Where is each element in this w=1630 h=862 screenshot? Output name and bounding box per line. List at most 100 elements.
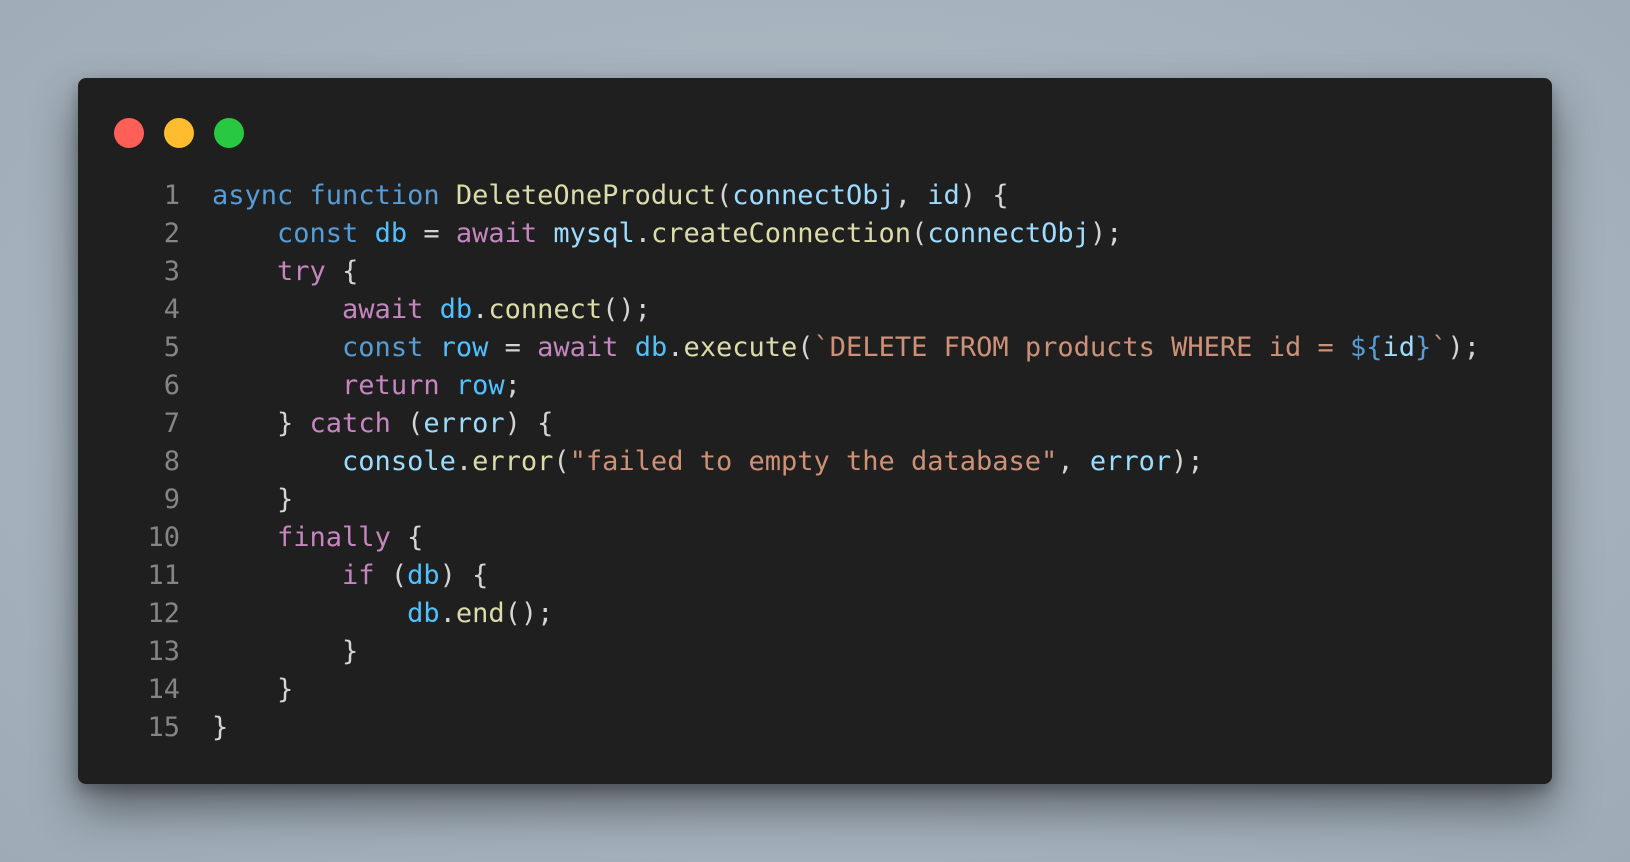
line-number: 1 <box>163 180 180 211</box>
code-token: const <box>342 332 424 363</box>
code-token: ); <box>1171 446 1204 477</box>
line-number: 7 <box>163 408 180 439</box>
code-token: (); <box>602 294 651 325</box>
code-token: "failed to empty the database" <box>569 446 1058 477</box>
line-number: 12 <box>147 598 180 629</box>
code-token: `DELETE FROM products WHERE id = <box>813 332 1350 363</box>
code-line: 2 const db = await mysql.createConnectio… <box>106 215 1480 253</box>
code-line: 8 console.error("failed to empty the dat… <box>106 443 1480 481</box>
code-token: } <box>212 674 294 705</box>
code-token: } <box>1415 332 1432 363</box>
code-token: . <box>455 446 473 477</box>
code-token: } <box>212 712 229 743</box>
code-token: try <box>277 256 326 287</box>
code-token: ( <box>374 560 408 591</box>
code-token: ); <box>1447 332 1481 363</box>
code-token: await <box>537 332 619 363</box>
code-token: db <box>374 218 408 249</box>
code-token: if <box>342 560 375 591</box>
code-token: } <box>212 408 310 439</box>
code-line: 7 } catch (error) { <box>106 405 1480 443</box>
line-number: 13 <box>147 636 180 667</box>
code-token: ; <box>504 370 521 401</box>
line-number: 8 <box>163 446 180 477</box>
code-token: db <box>407 598 440 629</box>
code-token: ( <box>797 332 814 363</box>
code-token: error <box>472 446 554 477</box>
maximize-dot-icon[interactable] <box>214 118 244 148</box>
line-number: 15 <box>147 712 180 743</box>
code-token: } <box>212 636 359 667</box>
code-token: ) { <box>959 180 1009 211</box>
code-token: ) { <box>439 560 489 591</box>
code-token: async <box>212 180 294 211</box>
line-number: 5 <box>163 332 180 363</box>
code-token: finally <box>277 522 391 553</box>
code-token: ( <box>553 446 570 477</box>
code-token: , <box>894 180 928 211</box>
code-token: . <box>634 218 651 249</box>
code-token: mysql <box>553 218 635 249</box>
code-token: row <box>455 370 505 401</box>
code-token: error <box>1089 446 1172 477</box>
code-token: row <box>439 332 489 363</box>
line-number: 10 <box>147 522 180 553</box>
code-token: console <box>342 446 456 477</box>
code-token: (); <box>504 598 554 629</box>
code-token: return <box>342 370 440 401</box>
code-token: await <box>342 294 424 325</box>
code-token: ( <box>911 218 928 249</box>
code-line: 3 try { <box>106 253 1480 291</box>
code-line: 4 await db.connect(); <box>106 291 1480 329</box>
code-block: 1 async function DeleteOneProduct(connect… <box>106 177 1480 747</box>
code-token: id <box>927 180 960 211</box>
code-token: = <box>407 218 456 249</box>
line-number: 2 <box>163 218 180 249</box>
code-line: 14 } <box>106 671 1480 709</box>
code-token: id <box>1382 332 1416 363</box>
code-token: createConnection <box>650 218 912 249</box>
code-line: 6 return row; <box>106 367 1480 405</box>
code-token: catch <box>309 408 391 439</box>
code-token: ) { <box>504 408 554 439</box>
code-window: 1 async function DeleteOneProduct(connect… <box>78 78 1552 784</box>
code-token: connectObj <box>927 218 1090 249</box>
code-token: end <box>455 598 505 629</box>
code-line: 5 const row = await db.execute(`DELETE F… <box>106 329 1480 367</box>
code-token: db <box>439 294 473 325</box>
code-token: function <box>309 180 440 211</box>
code-line: 9 } <box>106 481 1480 519</box>
code-token: const <box>277 218 359 249</box>
code-token: ); <box>1089 218 1123 249</box>
code-token: ( <box>715 180 733 211</box>
close-dot-icon[interactable] <box>114 118 144 148</box>
code-token: connectObj <box>732 180 895 211</box>
code-token: . <box>667 332 684 363</box>
minimize-dot-icon[interactable] <box>164 118 194 148</box>
code-line: 15} <box>106 709 1480 747</box>
code-line: 13 } <box>106 633 1480 671</box>
code-token: execute <box>683 332 798 363</box>
line-number: 14 <box>147 674 180 705</box>
line-number: 11 <box>147 560 180 591</box>
code-token: db <box>407 560 440 591</box>
code-line: 11 if (db) { <box>106 557 1480 595</box>
code-token: { <box>325 256 359 287</box>
code-token: connect <box>488 294 603 325</box>
code-token: } <box>212 484 294 515</box>
